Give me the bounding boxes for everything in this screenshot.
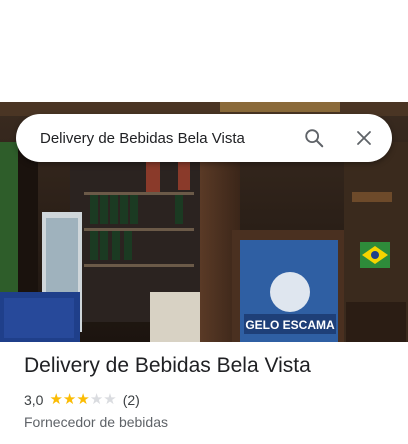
search-icon bbox=[305, 129, 324, 148]
star-empty-icon: ★ bbox=[103, 391, 117, 408]
star-filled-icon: ★ bbox=[49, 391, 63, 408]
top-blank-area bbox=[0, 0, 408, 102]
close-icon bbox=[357, 131, 371, 145]
rating-row[interactable]: 3,0 ★ ★ ★ ★ ★ (2) bbox=[24, 390, 394, 410]
rating-stars: ★ ★ ★ ★ ★ bbox=[49, 391, 116, 409]
star-filled-icon: ★ bbox=[76, 391, 90, 408]
star-filled-icon: ★ bbox=[62, 391, 77, 408]
place-title: Delivery de Bebidas Bela Vista bbox=[24, 354, 311, 377]
review-count[interactable]: (2) bbox=[123, 390, 140, 410]
search-button[interactable] bbox=[294, 118, 334, 158]
rating-value: 3,0 bbox=[24, 392, 44, 408]
photo-sign-text: GELO ESCAMA bbox=[245, 318, 335, 332]
search-input[interactable] bbox=[40, 129, 294, 147]
place-category: Fornecedor de bebidas bbox=[24, 414, 168, 430]
place-info: Delivery de Bebidas Bela Vista 3,0 ★ ★ ★… bbox=[24, 352, 394, 432]
star-empty-icon: ★ bbox=[89, 391, 104, 408]
search-bar bbox=[16, 114, 392, 162]
clear-search-button[interactable] bbox=[344, 118, 384, 158]
